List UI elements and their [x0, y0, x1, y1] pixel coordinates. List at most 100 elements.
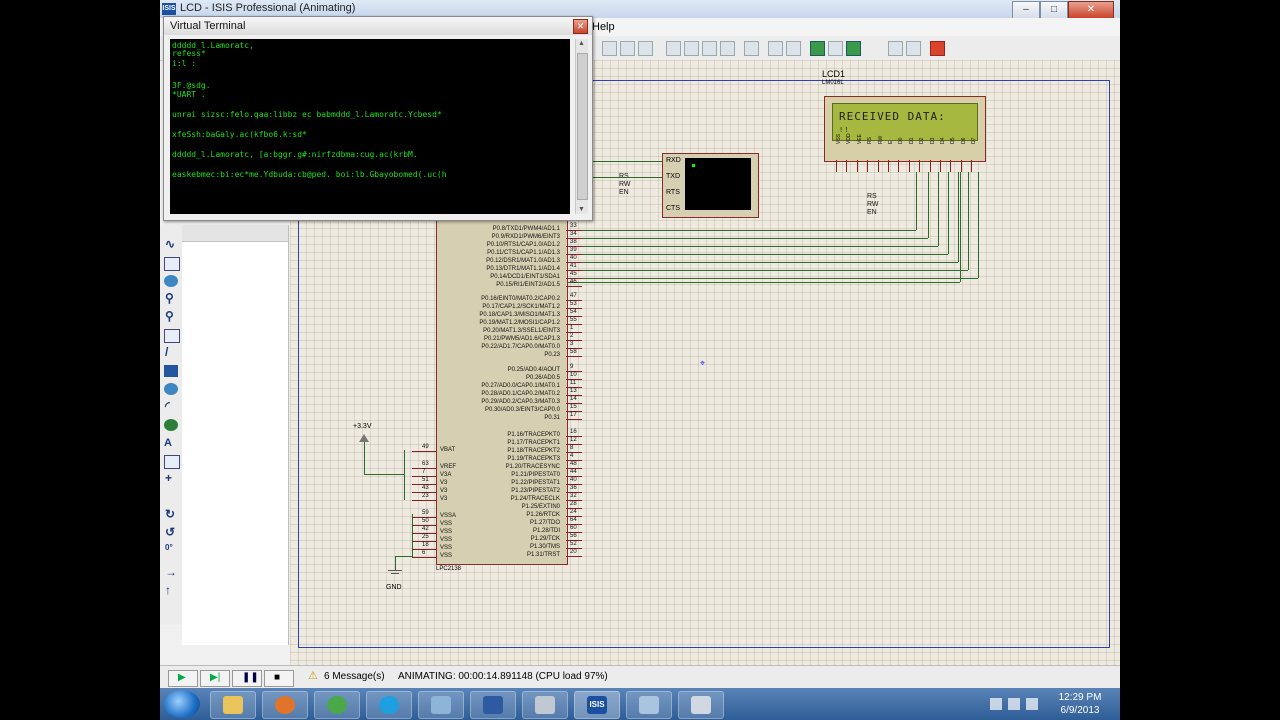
chip-pin-label: V3 — [440, 480, 448, 486]
taskbar-firefox-button[interactable] — [262, 691, 308, 719]
chip-pin-label: VSS — [440, 545, 453, 551]
stop-button[interactable]: ■ — [264, 670, 294, 687]
taskbar-explorer-button[interactable] — [210, 691, 256, 719]
symbol-tool-icon[interactable] — [164, 455, 180, 469]
text-tool-icon[interactable]: A — [164, 437, 178, 449]
lcd-pin-label: VEE — [856, 133, 863, 144]
toolbar-button-block-icon[interactable] — [666, 41, 681, 56]
angle-field-icon[interactable]: 0° — [164, 543, 178, 557]
taskbar-clock[interactable]: 12:29 PM 6/9/2013 — [1050, 691, 1110, 717]
chip-pin-number: 28 — [570, 501, 577, 507]
toolbar-button-netlist-ares-icon[interactable] — [930, 41, 945, 56]
taskbar-utorrent-button[interactable] — [314, 691, 360, 719]
mirror-y-icon[interactable]: ↑ — [164, 583, 178, 597]
tray-flag-icon[interactable] — [990, 698, 1002, 710]
lcd-pin-label: D1 — [908, 137, 915, 144]
ground-terminal-icon — [388, 570, 402, 571]
start-button[interactable] — [164, 690, 200, 718]
virtual-terminal-window[interactable]: Virtual Terminal ✕ ddddd_l.Lamoratc, ref… — [163, 16, 593, 221]
chip-pin-label: P0.18/CAP1.3/MISO1/MAT1.3 — [479, 312, 560, 318]
play-button[interactable]: ▶ — [168, 670, 198, 687]
messages-count[interactable]: 6 Message(s) — [324, 671, 385, 682]
toolbar-button-copy-icon[interactable] — [602, 41, 617, 56]
terminal-line: xfeSsh:baGaly.ac(kfbo6.k:sd* — [172, 130, 307, 139]
rotate-clockwise-icon[interactable]: ↻ — [164, 507, 178, 521]
virtual-terminal-output[interactable]: ddddd_l.Lamoratc, refess* i:l :3F.@sdg. *U… — [170, 39, 570, 214]
chip-pin-number: 42 — [422, 526, 429, 532]
lcd-pin — [877, 160, 879, 172]
wire — [566, 238, 928, 239]
chip-pin — [412, 500, 436, 501]
toolbar-button-pick-icon[interactable] — [684, 41, 699, 56]
mirror-x-icon[interactable]: → — [164, 565, 178, 579]
toolbar-button-make-device-icon[interactable] — [720, 41, 735, 56]
chip-pin-number: 59 — [422, 510, 429, 516]
chip-pin-number: 2 — [570, 333, 574, 339]
taskbar-virtual-terminal-button[interactable] — [678, 691, 724, 719]
chip-pin-label: P1.24/TRACECLK — [510, 496, 560, 502]
line-tool-icon[interactable]: / — [164, 345, 178, 359]
virtual-terminal-title-bar[interactable]: Virtual Terminal ✕ — [164, 17, 592, 35]
box-tool-icon[interactable] — [164, 365, 178, 377]
chip-pin-number: 36 — [570, 485, 577, 491]
chip-pin-label: VSS — [440, 537, 453, 543]
taskbar-skype-button[interactable] — [366, 691, 412, 719]
tray-volume-icon[interactable] — [1026, 698, 1038, 710]
lcd-pin — [950, 160, 952, 172]
rotate-anticlockwise-icon[interactable]: ↺ — [164, 525, 178, 539]
taskbar-app-button[interactable] — [522, 691, 568, 719]
toolbar-button-bom-icon[interactable] — [888, 41, 903, 56]
graph-mode-icon[interactable]: ∿ — [164, 237, 178, 251]
tray-network-icon[interactable] — [1008, 698, 1020, 710]
toolbar-button-library-icon[interactable] — [702, 41, 717, 56]
close-button[interactable]: ✕ — [1068, 1, 1114, 19]
scroll-down-icon[interactable]: ▼ — [578, 206, 585, 213]
maximize-button[interactable]: □ — [1040, 1, 1068, 19]
step-button[interactable]: ▶| — [200, 670, 230, 687]
chip-pin-label: P0.26/AD0.5 — [525, 375, 560, 381]
object-selector-panel[interactable] — [182, 225, 289, 645]
toolbar-button-remove-sheet-icon[interactable] — [846, 41, 861, 56]
toolbar-button-new-sheet-icon[interactable] — [828, 41, 843, 56]
path-tool-icon[interactable] — [164, 419, 178, 431]
menu-help[interactable]: Help — [592, 21, 615, 33]
taskbar-app-button[interactable] — [626, 691, 672, 719]
virtual-terminal-close-button[interactable]: ✕ — [573, 19, 588, 34]
lcd-pin — [888, 160, 889, 172]
scroll-thumb[interactable] — [577, 53, 588, 200]
chip-pin-number: 14 — [570, 396, 577, 402]
taskbar-keil-button[interactable] — [470, 691, 516, 719]
terminal-pin-cts: CTS — [666, 205, 680, 212]
toolbar-button-search-icon[interactable] — [768, 41, 783, 56]
toolbar-button-erc-icon[interactable] — [906, 41, 921, 56]
tape-recorder-icon[interactable] — [164, 257, 180, 271]
chip-pin — [566, 452, 582, 453]
marker-tool-icon[interactable]: + — [164, 471, 178, 485]
wire — [566, 246, 938, 247]
virtual-terminal-scrollbar[interactable]: ▲ ▼ — [575, 39, 588, 214]
chip-pin-number: 39 — [570, 247, 577, 253]
toolbar-button-wire-autorouter-icon[interactable] — [744, 41, 759, 56]
toolbar-button-design-explorer-icon[interactable] — [810, 41, 825, 56]
taskbar-app-button[interactable] — [418, 691, 464, 719]
lcd-component[interactable]: RECEIVED DATA: !! — [824, 96, 986, 162]
chip-pin-label: P0.29/AD0.2/CAP0.3/MAT0.3 — [481, 399, 560, 405]
generator-icon[interactable] — [164, 275, 178, 287]
warning-icon: ⚠ — [308, 670, 318, 682]
taskbar-isis-button[interactable]: ISIS — [574, 691, 620, 719]
arc-tool-icon[interactable]: ◜ — [164, 399, 178, 413]
pause-button[interactable]: ❚❚ — [232, 670, 262, 687]
circle-tool-icon[interactable] — [164, 383, 178, 395]
toolbar-button-rotate-icon[interactable] — [638, 41, 653, 56]
scroll-up-icon[interactable]: ▲ — [578, 40, 585, 47]
chip-pin-number: 51 — [422, 477, 429, 483]
current-probe-icon[interactable]: ⚲ — [164, 309, 178, 323]
toolbar-button-move-icon[interactable] — [620, 41, 635, 56]
voltage-probe-icon[interactable]: ⚲ — [164, 291, 178, 305]
chip-pin-label: VSS — [440, 521, 453, 527]
chip-pin-label: P0.15/RI1/EINT2/AD1.5 — [496, 282, 560, 288]
minimize-button[interactable]: – — [1012, 1, 1040, 19]
lcd-ref-label: LCD1 — [822, 69, 846, 79]
virtual-instrument-icon[interactable] — [164, 329, 180, 343]
toolbar-button-property-icon[interactable] — [786, 41, 801, 56]
